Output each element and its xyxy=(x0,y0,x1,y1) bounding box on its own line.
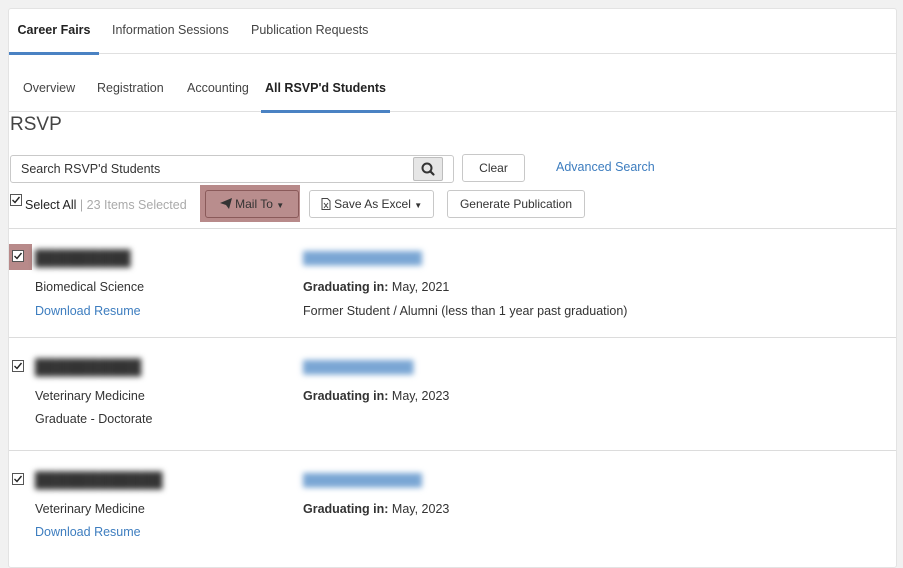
checkmark-icon xyxy=(14,475,23,483)
tab-overview[interactable]: Overview xyxy=(23,68,75,112)
clear-button[interactable]: Clear xyxy=(462,154,525,182)
generate-publication-button[interactable]: Generate Publication xyxy=(447,190,585,218)
list-divider xyxy=(9,450,896,451)
search-input[interactable] xyxy=(11,156,413,182)
tab-label: Overview xyxy=(23,81,76,95)
tab-label: All RSVP'd Students xyxy=(264,81,387,95)
save-as-excel-button[interactable]: Save As Excel ▼ xyxy=(309,190,434,218)
mail-to-button[interactable]: Mail To ▼ xyxy=(205,190,299,218)
search-icon xyxy=(421,162,435,176)
student-checkbox[interactable] xyxy=(12,250,24,262)
tab-label: Accounting xyxy=(187,81,249,95)
search-box xyxy=(10,155,454,183)
graduating-label: Graduating in: xyxy=(303,389,389,403)
tab-all-rsvpd-students[interactable]: All RSVP'd Students xyxy=(261,68,390,113)
student-email-redacted: ██████████████ xyxy=(303,251,423,265)
mail-to-label: Mail To xyxy=(235,197,273,211)
active-tab-indicator xyxy=(261,110,390,113)
tab-label: Information Sessions xyxy=(112,23,229,37)
student-major: Veterinary Medicine xyxy=(35,502,145,516)
graduating-value: May, 2023 xyxy=(391,389,450,403)
sub-tab-bar: Overview Registration Accounting All RSV… xyxy=(9,54,896,113)
student-status: Former Student / Alumni (less than 1 yea… xyxy=(303,304,628,318)
student-degree-level: Graduate - Doctorate xyxy=(35,412,153,426)
graduation-info: Graduating in: May, 2023 xyxy=(303,502,449,516)
top-tab-bar: Career Fairs Information Sessions Public… xyxy=(9,9,896,55)
student-email-redacted: ██████████████ xyxy=(303,473,423,487)
page-title: RSVP xyxy=(10,114,62,135)
tab-information-sessions[interactable]: Information Sessions xyxy=(112,9,229,54)
checkmark-icon xyxy=(14,252,23,260)
download-resume-link[interactable]: Download Resume xyxy=(35,525,141,539)
advanced-search-link[interactable]: Advanced Search xyxy=(556,160,655,174)
tab-label: Publication Requests xyxy=(251,23,369,37)
tab-label: Registration xyxy=(97,81,164,95)
student-major: Veterinary Medicine xyxy=(35,389,145,403)
student-name-redacted: █████████ xyxy=(35,250,131,267)
tab-registration[interactable]: Registration xyxy=(97,68,164,112)
search-button[interactable] xyxy=(413,157,443,181)
student-name-redacted: ████████████ xyxy=(35,472,163,489)
student-email-redacted: █████████████ xyxy=(303,360,414,374)
caret-down-icon: ▼ xyxy=(276,201,285,210)
items-selected-count: | 23 Items Selected xyxy=(79,198,187,212)
student-checkbox[interactable] xyxy=(12,473,24,485)
download-resume-link[interactable]: Download Resume xyxy=(35,304,141,318)
save-as-excel-label: Save As Excel xyxy=(334,197,411,211)
tab-label: Career Fairs xyxy=(17,23,91,37)
select-all-checkbox[interactable] xyxy=(10,194,22,206)
tab-career-fairs[interactable]: Career Fairs xyxy=(9,9,99,55)
tab-accounting[interactable]: Accounting xyxy=(187,68,249,112)
graduating-value: May, 2023 xyxy=(391,502,450,516)
student-major: Biomedical Science xyxy=(35,280,145,294)
student-checkbox[interactable] xyxy=(12,360,24,372)
list-divider xyxy=(9,337,896,338)
select-all-label[interactable]: Select All xyxy=(25,198,76,212)
tab-publication-requests[interactable]: Publication Requests xyxy=(251,9,368,54)
excel-file-icon xyxy=(321,198,331,210)
main-panel: Career Fairs Information Sessions Public… xyxy=(8,8,897,568)
paper-plane-icon xyxy=(219,198,232,209)
caret-down-icon: ▼ xyxy=(414,201,423,210)
graduation-info: Graduating in: May, 2021 xyxy=(303,280,449,294)
graduation-info: Graduating in: May, 2023 xyxy=(303,389,449,403)
graduating-label: Graduating in: xyxy=(303,502,389,516)
list-divider xyxy=(9,228,896,229)
checkmark-icon xyxy=(14,362,23,370)
select-all-row: Select All | 23 Items Selected xyxy=(25,198,187,212)
checkmark-icon xyxy=(12,196,21,204)
graduating-value: May, 2021 xyxy=(391,280,450,294)
graduating-label: Graduating in: xyxy=(303,280,389,294)
student-name-redacted: ██████████ xyxy=(35,359,142,376)
